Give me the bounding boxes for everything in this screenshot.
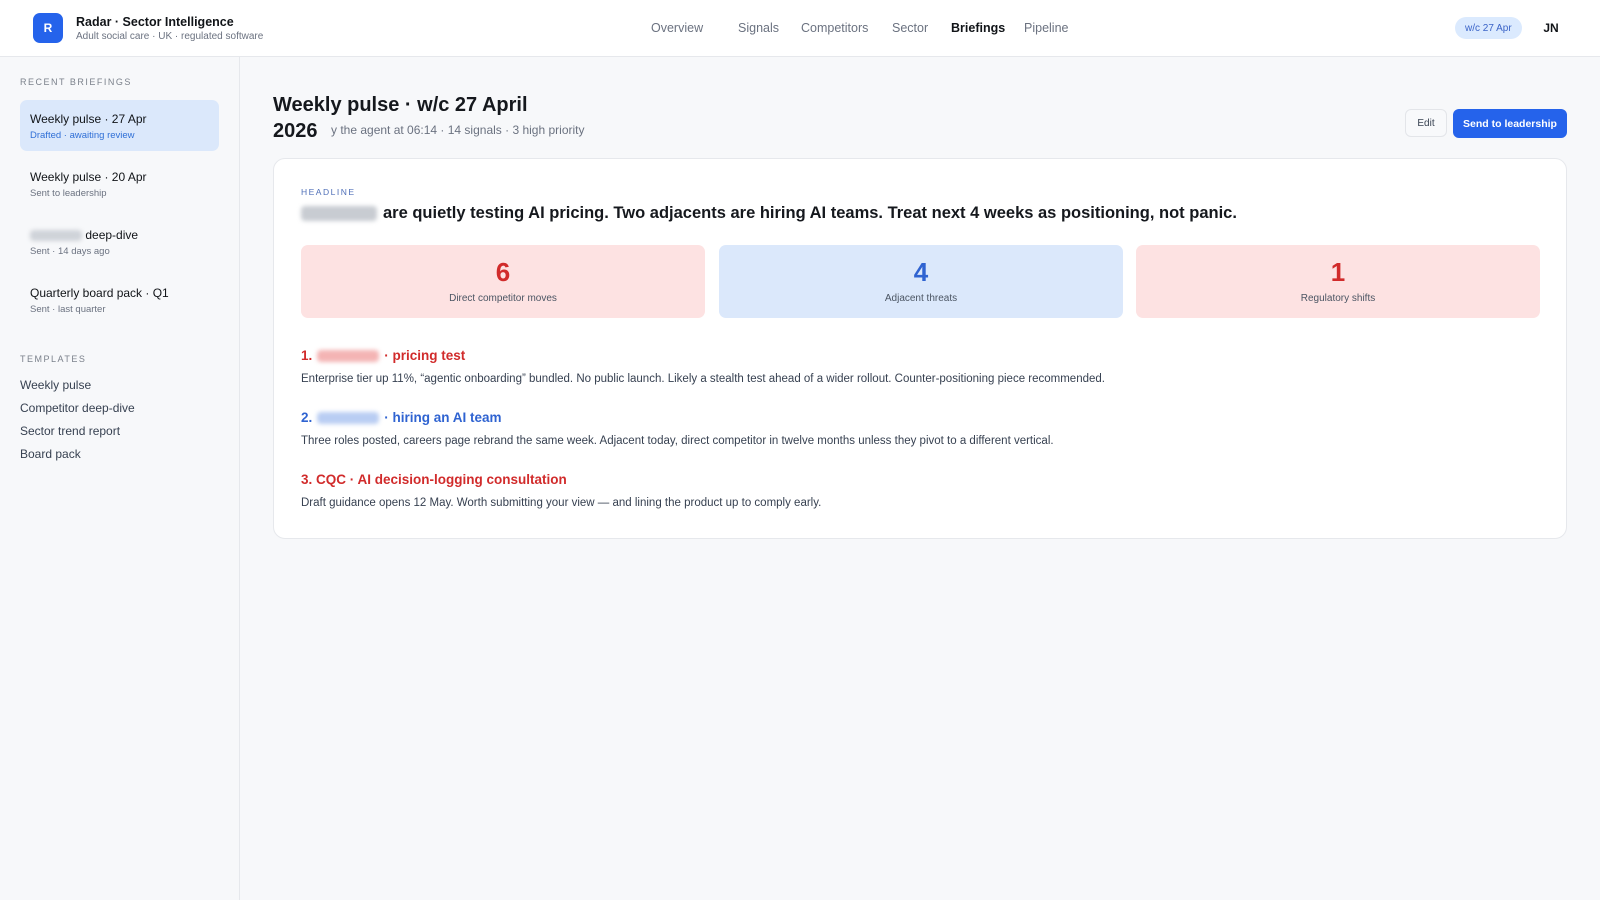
- nav-overview[interactable]: Overview: [651, 21, 703, 35]
- stat-label: Adjacent threats: [884, 293, 958, 304]
- briefing-card: HEADLINE are quietly testing AI pricing.…: [273, 158, 1567, 539]
- template-board-pack[interactable]: Board pack: [20, 447, 81, 461]
- stat-label: Regulatory shifts: [1300, 293, 1376, 304]
- template-weekly-pulse[interactable]: Weekly pulse: [20, 378, 91, 392]
- signal-number: 2.: [301, 410, 313, 425]
- template-competitor-deep-dive[interactable]: Competitor deep-dive: [20, 401, 135, 415]
- edit-button[interactable]: Edit: [1405, 109, 1447, 137]
- sidebar-briefing-deep-dive[interactable]: deep-dive Sent · 14 days ago: [20, 216, 219, 267]
- signal-title-pricing-test[interactable]: 1. · pricing test: [301, 348, 465, 363]
- redacted-name: [30, 230, 82, 242]
- signal-title-text: · hiring an AI team: [384, 410, 502, 425]
- stat-direct-competitor-moves[interactable]: 6 Direct competitor moves: [301, 245, 705, 318]
- briefing-title: Weekly pulse · 27 Apr: [30, 112, 147, 126]
- nav-sector[interactable]: Sector: [892, 21, 928, 35]
- week-selector-pill[interactable]: w/c 27 Apr: [1455, 17, 1522, 39]
- stat-regulatory-shifts[interactable]: 1 Regulatory shifts: [1136, 245, 1540, 318]
- stat-adjacent-threats[interactable]: 4 Adjacent threats: [719, 245, 1123, 318]
- app-logo[interactable]: R: [33, 13, 63, 43]
- nav-pipeline[interactable]: Pipeline: [1024, 21, 1068, 35]
- template-sector-trend-report[interactable]: Sector trend report: [20, 424, 120, 438]
- top-bar: R Radar · Sector Intelligence Adult soci…: [0, 0, 1600, 57]
- briefing-title-row: deep-dive: [30, 228, 138, 242]
- signal-title-hiring-ai-team[interactable]: 2. · hiring an AI team: [301, 410, 502, 425]
- send-to-leadership-button[interactable]: Send to leadership: [1453, 109, 1567, 138]
- briefing-status: Sent · 14 days ago: [30, 246, 110, 257]
- app-title: Radar · Sector Intelligence: [76, 15, 234, 29]
- sidebar-briefing-weekly-27-apr[interactable]: Weekly pulse · 27 Apr Drafted · awaiting…: [20, 100, 219, 151]
- nav-signals[interactable]: Signals: [738, 21, 779, 35]
- signal-number: 1.: [301, 348, 313, 363]
- stat-value: 6: [495, 257, 511, 287]
- templates-heading: TEMPLATES: [20, 354, 87, 364]
- redacted-name: [301, 206, 377, 222]
- briefing-status: Sent to leadership: [30, 188, 107, 199]
- signal-description: Three roles posted, careers page rebrand…: [301, 435, 1054, 447]
- signal-title-text: CQC · AI decision-logging consultation: [316, 472, 567, 487]
- nav-competitors[interactable]: Competitors: [801, 21, 868, 35]
- stat-label: Direct competitor moves: [449, 293, 557, 304]
- stat-value: 4: [913, 257, 929, 287]
- redacted-name: [317, 412, 380, 425]
- briefing-title: Quarterly board pack · Q1: [30, 286, 169, 300]
- sidebar-briefing-board-pack-q1[interactable]: Quarterly board pack · Q1 Sent · last qu…: [20, 274, 219, 325]
- headline-text: are quietly testing AI pricing. Two adja…: [301, 204, 1237, 223]
- user-avatar[interactable]: JN: [1538, 18, 1564, 38]
- sidebar-briefing-weekly-20-apr[interactable]: Weekly pulse · 20 Apr Sent to leadership: [20, 158, 219, 209]
- briefing-title: Weekly pulse · 20 Apr: [30, 170, 147, 184]
- signal-description: Draft guidance opens 12 May. Worth submi…: [301, 497, 822, 509]
- page-meta: y the agent at 06:14 · 14 signals · 3 hi…: [331, 123, 585, 137]
- headline-sentence: are quietly testing AI pricing. Two adja…: [383, 204, 1237, 222]
- stat-value: 1: [1330, 257, 1346, 287]
- briefing-status: Drafted · awaiting review: [30, 130, 135, 141]
- recent-briefings-heading: RECENT BRIEFINGS: [20, 77, 132, 87]
- signal-title-cqc-consultation[interactable]: 3. CQC · AI decision-logging consultatio…: [301, 472, 567, 487]
- signal-title-text: · pricing test: [384, 348, 466, 363]
- sidebar: RECENT BRIEFINGS Weekly pulse · 27 Apr D…: [0, 57, 240, 900]
- redacted-name: [317, 350, 380, 363]
- signal-description: Enterprise tier up 11%, “agentic onboard…: [301, 373, 1105, 385]
- briefing-title: deep-dive: [85, 228, 139, 242]
- briefing-status: Sent · last quarter: [30, 304, 106, 315]
- nav-briefings[interactable]: Briefings: [951, 21, 1005, 35]
- headline-label: HEADLINE: [301, 187, 356, 197]
- signal-number: 3.: [301, 472, 313, 487]
- app-subtitle: Adult social care · UK · regulated softw…: [76, 31, 264, 42]
